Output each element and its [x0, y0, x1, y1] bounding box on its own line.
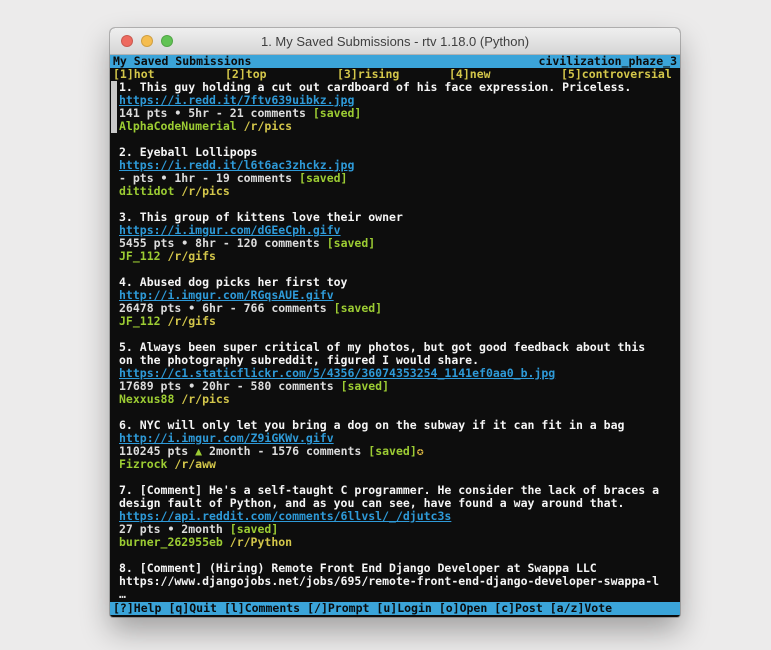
tab-hot[interactable]: [1]hot [113, 68, 225, 81]
submission-title: 7. [Comment] He's a self-taught C progra… [119, 483, 659, 497]
saved-badge: [saved] [334, 301, 382, 315]
saved-badge: [saved] [230, 522, 278, 536]
gilded-icon: ✪ [417, 444, 424, 458]
submission-stats: 110245 pts [119, 444, 195, 458]
subreddit-name: /r/pics [174, 184, 229, 198]
submission-item[interactable]: 5. Always been super critical of my phot… [110, 341, 680, 406]
saved-badge: [saved] [313, 106, 361, 120]
tab-new[interactable]: [4]new [449, 68, 561, 81]
terminal-window: 1. My Saved Submissions - rtv 1.18.0 (Py… [110, 28, 680, 617]
submission-url-link[interactable]: https://c1.staticflickr.com/5/4356/36074… [119, 366, 555, 380]
submission-stats: 26478 pts • 6hr - 766 comments [119, 301, 334, 315]
submission-url-link[interactable]: https://i.redd.it/l6t6ac3zhckz.jpg [119, 158, 354, 172]
subreddit-name: /r/aww [167, 457, 215, 471]
shortcut-comments[interactable]: [l]Comments [224, 601, 300, 615]
submission-item[interactable]: 2. Eyeball Lollipopshttps://i.redd.it/l6… [110, 146, 680, 198]
saved-badge: [saved] [299, 171, 347, 185]
submission-title: 3. This group of kittens love their owne… [119, 210, 403, 224]
category-bar: [1]hot[2]top[3]rising[4]new[5]controvers… [110, 68, 680, 81]
traffic-lights [121, 35, 173, 47]
submission-url-link[interactable]: https://i.imgur.com/dGEeCph.gifv [119, 223, 341, 237]
shortcut-post[interactable]: [c]Post [494, 601, 542, 615]
tab-top[interactable]: [2]top [225, 68, 337, 81]
submission-url-link[interactable]: https://i.redd.it/7ftv639uibkz.jpg [119, 93, 354, 107]
submission-body: https://www.djangojobs.net/jobs/695/remo… [119, 574, 659, 588]
submission-title: 2. Eyeball Lollipops [119, 145, 257, 159]
author-name: JF_112 [119, 249, 161, 263]
submission-url-link[interactable]: http://i.imgur.com/RGqsAUE.gifv [119, 288, 334, 302]
subreddit-name: /r/pics [174, 392, 229, 406]
tab-rising[interactable]: [3]rising [337, 68, 449, 81]
submission-stats: 17689 pts • 20hr - 580 comments [119, 379, 341, 393]
subreddit-name: /r/pics [237, 119, 292, 133]
submission-item[interactable]: 3. This group of kittens love their owne… [110, 211, 680, 263]
submission-list: 1. This guy holding a cut out cardboard … [110, 81, 680, 602]
author-name: JF_112 [119, 314, 161, 328]
author-name: burner_262955eb [119, 535, 223, 549]
submission-item[interactable]: 4. Abused dog picks her first toyhttp://… [110, 276, 680, 328]
submission-title: on the photography subreddit, figured I … [119, 353, 479, 367]
shortcut-quit[interactable]: [q]Quit [168, 601, 216, 615]
author-name: Nexxus88 [119, 392, 174, 406]
submission-stats: 2month - 1576 comments [202, 444, 368, 458]
shortcut-prompt[interactable]: [/]Prompt [307, 601, 369, 615]
shortcut-open[interactable]: [o]Open [439, 601, 487, 615]
saved-badge: [saved] [341, 379, 389, 393]
subreddit-name: /r/gifs [161, 314, 216, 328]
minimize-button[interactable] [141, 35, 153, 47]
shortcut-login[interactable]: [u]Login [376, 601, 431, 615]
submission-item[interactable]: 6. NYC will only let you bring a dog on … [110, 419, 680, 471]
submission-item[interactable]: 8. [Comment] (Hiring) Remote Front End D… [110, 562, 680, 601]
submission-item[interactable]: 1. This guy holding a cut out cardboard … [110, 81, 680, 133]
shortcut-bar: [?]Help [q]Quit [l]Comments [/]Prompt [u]Log… [110, 602, 680, 615]
submission-stats: 27 pts • 2month [119, 522, 230, 536]
submission-title: 6. NYC will only let you bring a dog on … [119, 418, 624, 432]
submission-title: design fault of Python, and as you can s… [119, 496, 624, 510]
zoom-button[interactable] [161, 35, 173, 47]
submission-title: 8. [Comment] (Hiring) Remote Front End D… [119, 561, 597, 575]
saved-badge: [saved] [368, 444, 416, 458]
submission-stats: 141 pts • 5hr - 21 comments [119, 106, 313, 120]
submission-item[interactable]: 7. [Comment] He's a self-taught C progra… [110, 484, 680, 549]
submission-stats: 5455 pts • 8hr - 120 comments [119, 236, 327, 250]
author-name: dittidot [119, 184, 174, 198]
window-titlebar: 1. My Saved Submissions - rtv 1.18.0 (Py… [110, 28, 680, 55]
submission-stats: - pts • 1hr - 19 comments [119, 171, 299, 185]
shortcut-vote[interactable]: [a/z]Vote [550, 601, 612, 615]
submission-title: 5. Always been super critical of my phot… [119, 340, 645, 354]
terminal: My Saved Submissions civilization_phaze_… [110, 55, 680, 617]
subreddit-name: /r/Python [223, 535, 292, 549]
author-name: Fizrock [119, 457, 167, 471]
window-title: 1. My Saved Submissions - rtv 1.18.0 (Py… [110, 34, 680, 49]
submission-url-link[interactable]: https://api.reddit.com/comments/6llvsl/_… [119, 509, 451, 523]
author-name: AlphaCodeNumerial [119, 119, 237, 133]
close-button[interactable] [121, 35, 133, 47]
tab-controversial[interactable]: [5]controversial [561, 68, 673, 81]
shortcut-help[interactable]: [?]Help [113, 601, 161, 615]
submission-url-link[interactable]: http://i.imgur.com/Z9iGKWv.gifv [119, 431, 334, 445]
submission-title: 4. Abused dog picks her first toy [119, 275, 347, 289]
saved-badge: [saved] [327, 236, 375, 250]
subreddit-name: /r/gifs [161, 249, 216, 263]
truncation-ellipsis: … [119, 587, 126, 601]
